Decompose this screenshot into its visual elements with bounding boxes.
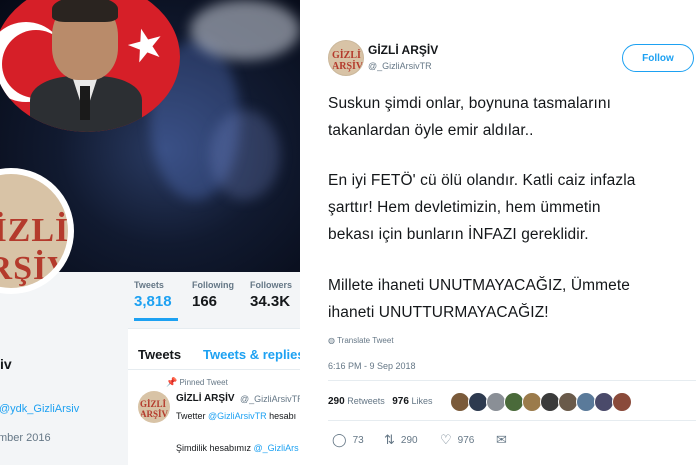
profile-link[interactable]: @ydk_GizliArsiv	[0, 403, 79, 415]
pinned-label: 📌 Pinned Tweet	[166, 377, 228, 388]
pinned-text-part: hesabı	[266, 411, 297, 421]
tweet-text-line: bekası için bunların İNFAZI gereklidir.	[328, 226, 589, 243]
banner-light	[190, 0, 300, 60]
liker-avatar[interactable]	[612, 392, 632, 412]
author-handle: @_GizliArsivTR	[368, 61, 432, 71]
avatar[interactable]: GİZLİ ARŞİV	[328, 40, 364, 76]
mention-link[interactable]: @GizliArsivTR	[208, 411, 267, 421]
pinned-tweet-text: Twetter @GizliArsivTR hesabı	[176, 411, 296, 421]
star-icon: ★	[120, 16, 171, 75]
liker-avatar[interactable]	[504, 392, 524, 412]
pinned-author-handle: @_GizliArsivTR	[240, 394, 300, 404]
follow-button[interactable]: Follow	[622, 44, 694, 72]
tweet-timestamp[interactable]: 6:16 PM - 9 Sep 2018	[328, 361, 416, 371]
tweet-text-line: Millete ihaneti UNUTMAYACAĞIZ, Ümmete	[328, 277, 630, 294]
like-count[interactable]: 976	[392, 396, 409, 407]
reply-icon: ◯	[332, 432, 347, 447]
tweet-text-line: ihaneti UNUTTURMAYACAĞIZ!	[328, 304, 549, 321]
stat-label: Followers	[250, 280, 293, 290]
divider	[128, 369, 300, 370]
pinned-text: Pinned Tweet	[179, 378, 228, 387]
liker-avatar[interactable]	[558, 392, 578, 412]
avatar-text: ARŞİV	[140, 409, 169, 419]
avatar-text: ARŞİV	[0, 250, 68, 287]
globe-icon: ◍	[328, 336, 335, 345]
like-button[interactable]: ♡ 976	[440, 432, 474, 448]
retweet-button[interactable]: ⇅ 290	[384, 432, 418, 448]
liker-avatar[interactable]	[576, 392, 596, 412]
left-profile-screenshot: ★ GİZLİ ARŞİV Tweets 3,818 Following 166…	[0, 0, 300, 465]
stat-followers[interactable]: Followers 34.3K	[250, 280, 300, 310]
profile-name: iv	[0, 356, 12, 372]
pinned-author-name[interactable]: GİZLİ ARŞİV	[176, 393, 235, 404]
liker-avatar[interactable]	[594, 392, 614, 412]
profile-joined-date: mber 2016	[0, 432, 51, 444]
pinned-text-part: Twetter	[176, 411, 209, 421]
mention-link[interactable]: @_GizliArs	[254, 443, 299, 453]
tweet-text-line: En iyi FETÖ' cü ölü olandır. Katli caiz …	[328, 172, 636, 189]
pin-icon: 📌	[166, 377, 178, 387]
author-name[interactable]: GİZLİ ARŞİV	[368, 43, 438, 57]
stat-value: 34.3K	[250, 293, 291, 310]
liker-avatar[interactable]	[468, 392, 488, 412]
avatar[interactable]: GİZLİ ARŞİV	[138, 391, 170, 423]
retweets-label[interactable]: Retweets	[347, 396, 385, 406]
timeline: Tweets Tweets & replies 📌 Pinned Tweet G…	[128, 328, 300, 465]
divider	[328, 380, 696, 381]
pinned-text-part: Şimdilik hesabımız	[176, 443, 254, 453]
tweet-screenshot: GİZLİ ARŞİV GİZLİ ARŞİV @_GizliArsivTR F…	[318, 0, 696, 465]
tab-tweets[interactable]: Tweets	[138, 347, 181, 362]
direct-message-button[interactable]: ✉	[496, 432, 513, 448]
profile-link-text[interactable]: @ydk_GizliArsiv	[0, 403, 79, 415]
avatar-text: ARŞİV	[332, 61, 364, 72]
pinned-tweet-text: Şimdilik hesabımız @_GizliArs	[176, 443, 299, 453]
active-stat-indicator	[134, 318, 178, 321]
avatar-text: GİZLİ	[0, 212, 68, 249]
tweet-text-line: şarttır! Hem devletimizin, hem ümmetin	[328, 199, 601, 216]
banner-light	[210, 110, 280, 200]
tweet-text-line: Suskun şimdi onlar, boynuna tasmalarını	[328, 95, 612, 112]
tab-tweets-and-replies[interactable]: Tweets & replies	[203, 347, 300, 362]
liker-avatar[interactable]	[450, 392, 470, 412]
tweet-text-line: takanlardan öyle emir aldılar..	[328, 122, 534, 139]
likes-label[interactable]: Likes	[411, 396, 432, 406]
liker-avatar[interactable]	[540, 392, 560, 412]
panel-gap	[300, 0, 318, 465]
retweet-action-count: 290	[400, 434, 418, 446]
avatar-text: GİZLİ	[332, 50, 361, 61]
avatar-text: GİZLİ	[140, 399, 167, 409]
reply-count: 73	[352, 434, 364, 446]
liker-avatar[interactable]	[522, 392, 542, 412]
soldier-tie	[80, 86, 90, 120]
divider	[328, 420, 696, 421]
like-action-count: 976	[457, 434, 475, 446]
translate-label[interactable]: Translate Tweet	[337, 336, 393, 345]
translate-tweet-link[interactable]: ◍ Translate Tweet	[328, 336, 394, 345]
retweet-count[interactable]: 290	[328, 396, 345, 407]
envelope-icon: ✉	[496, 432, 507, 447]
liker-avatar[interactable]	[486, 392, 506, 412]
soldier-hair	[52, 0, 118, 22]
engagement-stats: 290 Retweets 976 Likes	[328, 396, 432, 407]
reply-button[interactable]: ◯ 73	[332, 432, 364, 448]
heart-icon: ♡	[440, 432, 452, 447]
retweet-icon: ⇅	[384, 432, 395, 447]
